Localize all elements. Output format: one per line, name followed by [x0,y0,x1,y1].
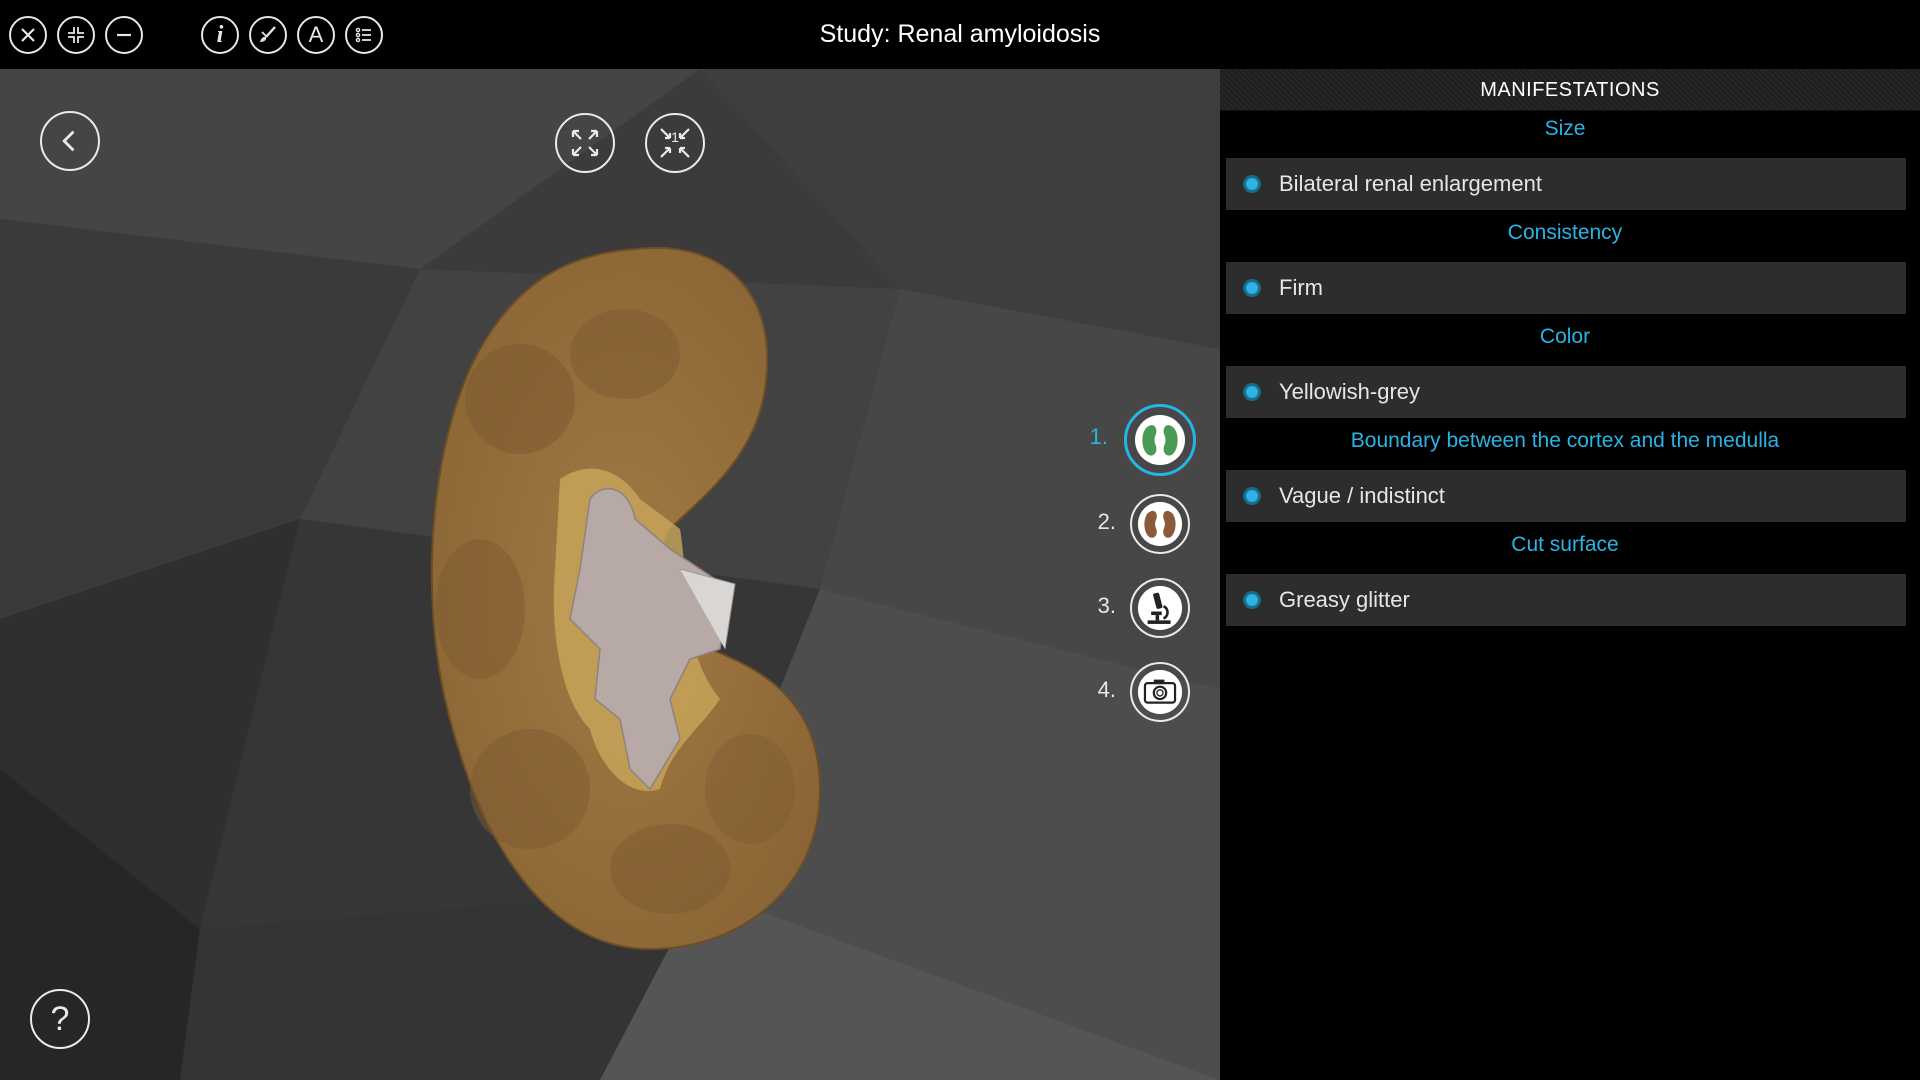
step-label: 2. [1097,509,1116,534]
manifestation-item[interactable]: Vague / indistinct [1226,470,1906,522]
help-icon: ? [50,1000,70,1038]
bullet-icon [1243,383,1261,401]
camera-icon [1137,669,1183,715]
microscope-icon [1137,585,1183,631]
manifestation-item[interactable]: Greasy glitter [1226,574,1906,626]
3d-viewport[interactable]: 1 1. 2. 3. 4. ? [0,69,1220,1080]
manifestation-text: Firm [1279,275,1323,300]
window-title: Study: Renal amyloidosis [819,20,1101,48]
bullet-icon [1243,487,1261,505]
bullet-icon [1243,175,1261,193]
step-4-button[interactable] [1130,662,1190,722]
back-button[interactable] [40,111,100,171]
step-label: 3. [1097,593,1116,618]
reset-view-button[interactable]: 1 [645,113,705,173]
kidney-model[interactable] [420,229,840,979]
manifestation-text: Vague / indistinct [1279,483,1445,508]
reset-view-badge: 1 [671,129,679,145]
expand-icon [571,129,599,157]
category-cut-surface: Cut surface [1511,533,1619,556]
bullet-icon [1243,591,1261,609]
bullet-icon [1243,279,1261,297]
category-color: Color [1539,325,1591,348]
manifestation-text: Yellowish-grey [1279,379,1421,404]
top-bar: i A Study: Renal amyloidosis [0,0,1920,69]
manifestation-item[interactable]: Yellowish-grey [1226,366,1906,418]
step-1-button[interactable] [1124,404,1196,476]
manifestation-item[interactable]: Bilateral renal enlargement [1226,158,1906,210]
category-consistency: Consistency [1507,221,1623,244]
step-label: 4. [1097,677,1116,702]
help-button[interactable]: ? [30,989,90,1049]
step-label: 1. [1089,424,1108,449]
fit-view-button[interactable] [555,113,615,173]
category-size: Size [1544,117,1586,140]
category-boundary: Boundary between the cortex and the medu… [1350,429,1780,452]
manifestation-text: Greasy glitter [1279,587,1410,612]
chevron-left-icon [62,130,75,152]
step-2-button[interactable] [1130,494,1190,554]
step-3-button[interactable] [1130,578,1190,638]
panel-title: MANIFESTATIONS [1480,79,1660,101]
manifestation-text: Bilateral renal enlargement [1279,171,1542,196]
panel-header: MANIFESTATIONS [1220,69,1920,111]
kidney-brown-icon [1137,501,1183,547]
manifestations-panel: MANIFESTATIONS Size Bilateral renal enla… [1220,69,1920,1080]
manifestation-item[interactable]: Firm [1226,262,1906,314]
kidney-green-icon [1135,415,1185,465]
